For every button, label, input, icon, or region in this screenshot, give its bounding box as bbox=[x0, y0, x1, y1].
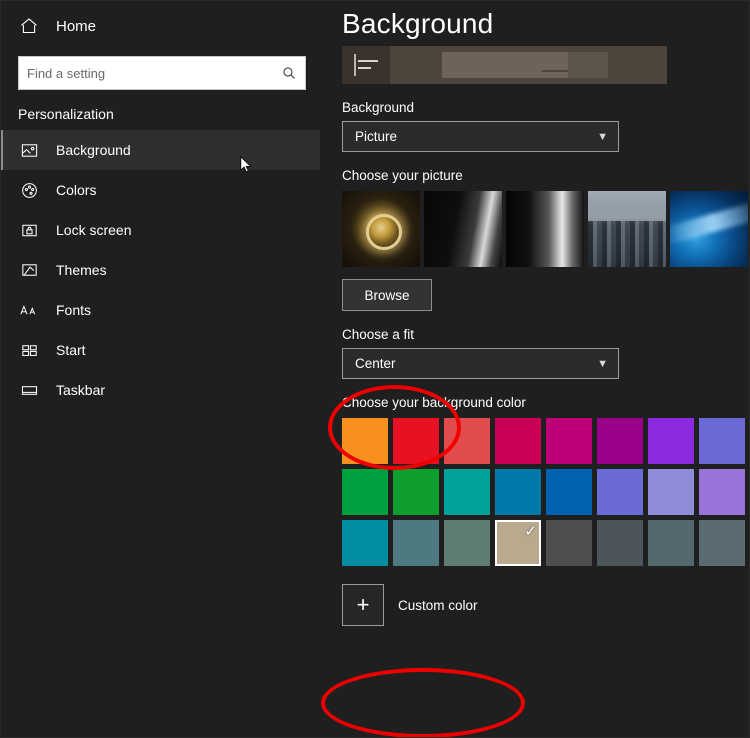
sidebar-item-label: Colors bbox=[56, 182, 97, 198]
preview-band bbox=[442, 52, 667, 84]
page-title: Background bbox=[342, 8, 494, 39]
sidebar-item-fonts[interactable]: Fonts bbox=[0, 290, 320, 330]
color-swatch[interactable] bbox=[648, 418, 694, 464]
color-swatch[interactable] bbox=[648, 520, 694, 566]
browse-button[interactable]: Browse bbox=[342, 279, 432, 311]
background-label: Background bbox=[342, 100, 415, 115]
search-icon[interactable] bbox=[281, 65, 297, 81]
picture-thumb-glow-ring[interactable] bbox=[342, 191, 420, 267]
background-color-label: Choose your background color bbox=[342, 395, 526, 410]
picture-thumb-dark-light-2[interactable] bbox=[506, 191, 584, 267]
color-swatch-selected[interactable]: ✓ bbox=[495, 520, 541, 566]
custom-color-label: Custom color bbox=[398, 597, 478, 613]
color-swatch[interactable] bbox=[699, 469, 745, 515]
picture-thumbnail-list bbox=[342, 191, 750, 267]
color-swatch[interactable] bbox=[546, 418, 592, 464]
check-icon: ✓ bbox=[524, 523, 537, 540]
preview-band-2 bbox=[568, 52, 608, 78]
preview-line-1 bbox=[358, 60, 378, 62]
brush-icon bbox=[18, 259, 40, 281]
sidebar-home-label: Home bbox=[56, 17, 97, 35]
settings-main-panel: Background Background Picture ▼ Choose y… bbox=[321, 0, 750, 738]
home-icon bbox=[18, 15, 40, 37]
color-swatch[interactable] bbox=[444, 469, 490, 515]
choose-fit-label: Choose a fit bbox=[342, 327, 415, 342]
preview-left-panel bbox=[342, 46, 390, 84]
search-container bbox=[18, 56, 306, 90]
search-box[interactable] bbox=[18, 56, 306, 90]
chevron-down-icon: ▼ bbox=[597, 357, 608, 370]
search-input[interactable] bbox=[27, 65, 281, 81]
settings-sidebar: Home Personalization bbox=[0, 0, 321, 738]
color-swatch[interactable] bbox=[393, 520, 439, 566]
sidebar-item-background[interactable]: Background bbox=[0, 130, 320, 170]
color-swatch[interactable] bbox=[342, 418, 388, 464]
sidebar-item-colors[interactable]: Colors bbox=[0, 170, 320, 210]
custom-color-row[interactable]: + Custom color bbox=[342, 584, 750, 626]
sidebar-item-label: Lock screen bbox=[56, 222, 132, 238]
preview-line-2 bbox=[358, 67, 371, 69]
color-swatch[interactable] bbox=[597, 520, 643, 566]
color-swatch[interactable] bbox=[597, 418, 643, 464]
color-swatch[interactable] bbox=[546, 469, 592, 515]
sidebar-item-label: Start bbox=[56, 342, 86, 358]
plus-icon[interactable]: + bbox=[342, 584, 384, 626]
color-swatch[interactable] bbox=[342, 469, 388, 515]
color-wheel-icon bbox=[18, 179, 40, 201]
picture-thumb-windows-blue[interactable] bbox=[670, 191, 748, 267]
color-swatch[interactable] bbox=[444, 418, 490, 464]
taskbar-icon bbox=[18, 379, 40, 401]
color-swatch[interactable] bbox=[699, 520, 745, 566]
picture-thumb-dark-light-1[interactable] bbox=[424, 191, 502, 267]
color-swatch[interactable] bbox=[444, 520, 490, 566]
chevron-down-icon: ▼ bbox=[597, 130, 608, 143]
color-swatch[interactable] bbox=[597, 469, 643, 515]
color-swatch[interactable] bbox=[495, 418, 541, 464]
color-swatch[interactable] bbox=[546, 520, 592, 566]
desktop-preview bbox=[342, 46, 667, 84]
sidebar-item-label: Fonts bbox=[56, 302, 92, 318]
sidebar-item-taskbar[interactable]: Taskbar bbox=[0, 370, 320, 410]
color-swatch[interactable] bbox=[699, 418, 745, 464]
sidebar-item-label: Themes bbox=[56, 262, 107, 278]
sidebar-item-lock-screen[interactable]: Lock screen bbox=[0, 210, 320, 250]
picture-thumb-cityscape[interactable] bbox=[588, 191, 666, 267]
color-swatch[interactable] bbox=[648, 469, 694, 515]
settings-window: Home Personalization bbox=[0, 0, 750, 738]
color-swatch[interactable] bbox=[495, 469, 541, 515]
preview-hatch bbox=[354, 54, 356, 76]
fonts-icon bbox=[18, 299, 40, 321]
background-type-value: Picture bbox=[355, 129, 398, 144]
color-swatch[interactable] bbox=[393, 469, 439, 515]
background-color-swatch-grid: ✓ bbox=[342, 418, 750, 566]
choose-picture-label: Choose your picture bbox=[342, 168, 463, 183]
color-swatch[interactable] bbox=[393, 418, 439, 464]
color-swatch[interactable] bbox=[342, 520, 388, 566]
sidebar-section-title: Personalization bbox=[18, 106, 114, 122]
sidebar-item-home[interactable]: Home bbox=[0, 4, 320, 48]
sidebar-item-label: Background bbox=[56, 142, 131, 158]
sidebar-item-themes[interactable]: Themes bbox=[0, 250, 320, 290]
start-tiles-icon bbox=[18, 339, 40, 361]
sidebar-item-label: Taskbar bbox=[56, 382, 106, 398]
background-type-dropdown[interactable]: Picture ▼ bbox=[342, 121, 619, 152]
choose-fit-dropdown[interactable]: Center ▼ bbox=[342, 348, 619, 379]
choose-fit-value: Center bbox=[355, 356, 396, 371]
lock-screen-icon bbox=[18, 219, 40, 241]
sidebar-item-start[interactable]: Start bbox=[0, 330, 320, 370]
picture-icon bbox=[18, 139, 40, 161]
